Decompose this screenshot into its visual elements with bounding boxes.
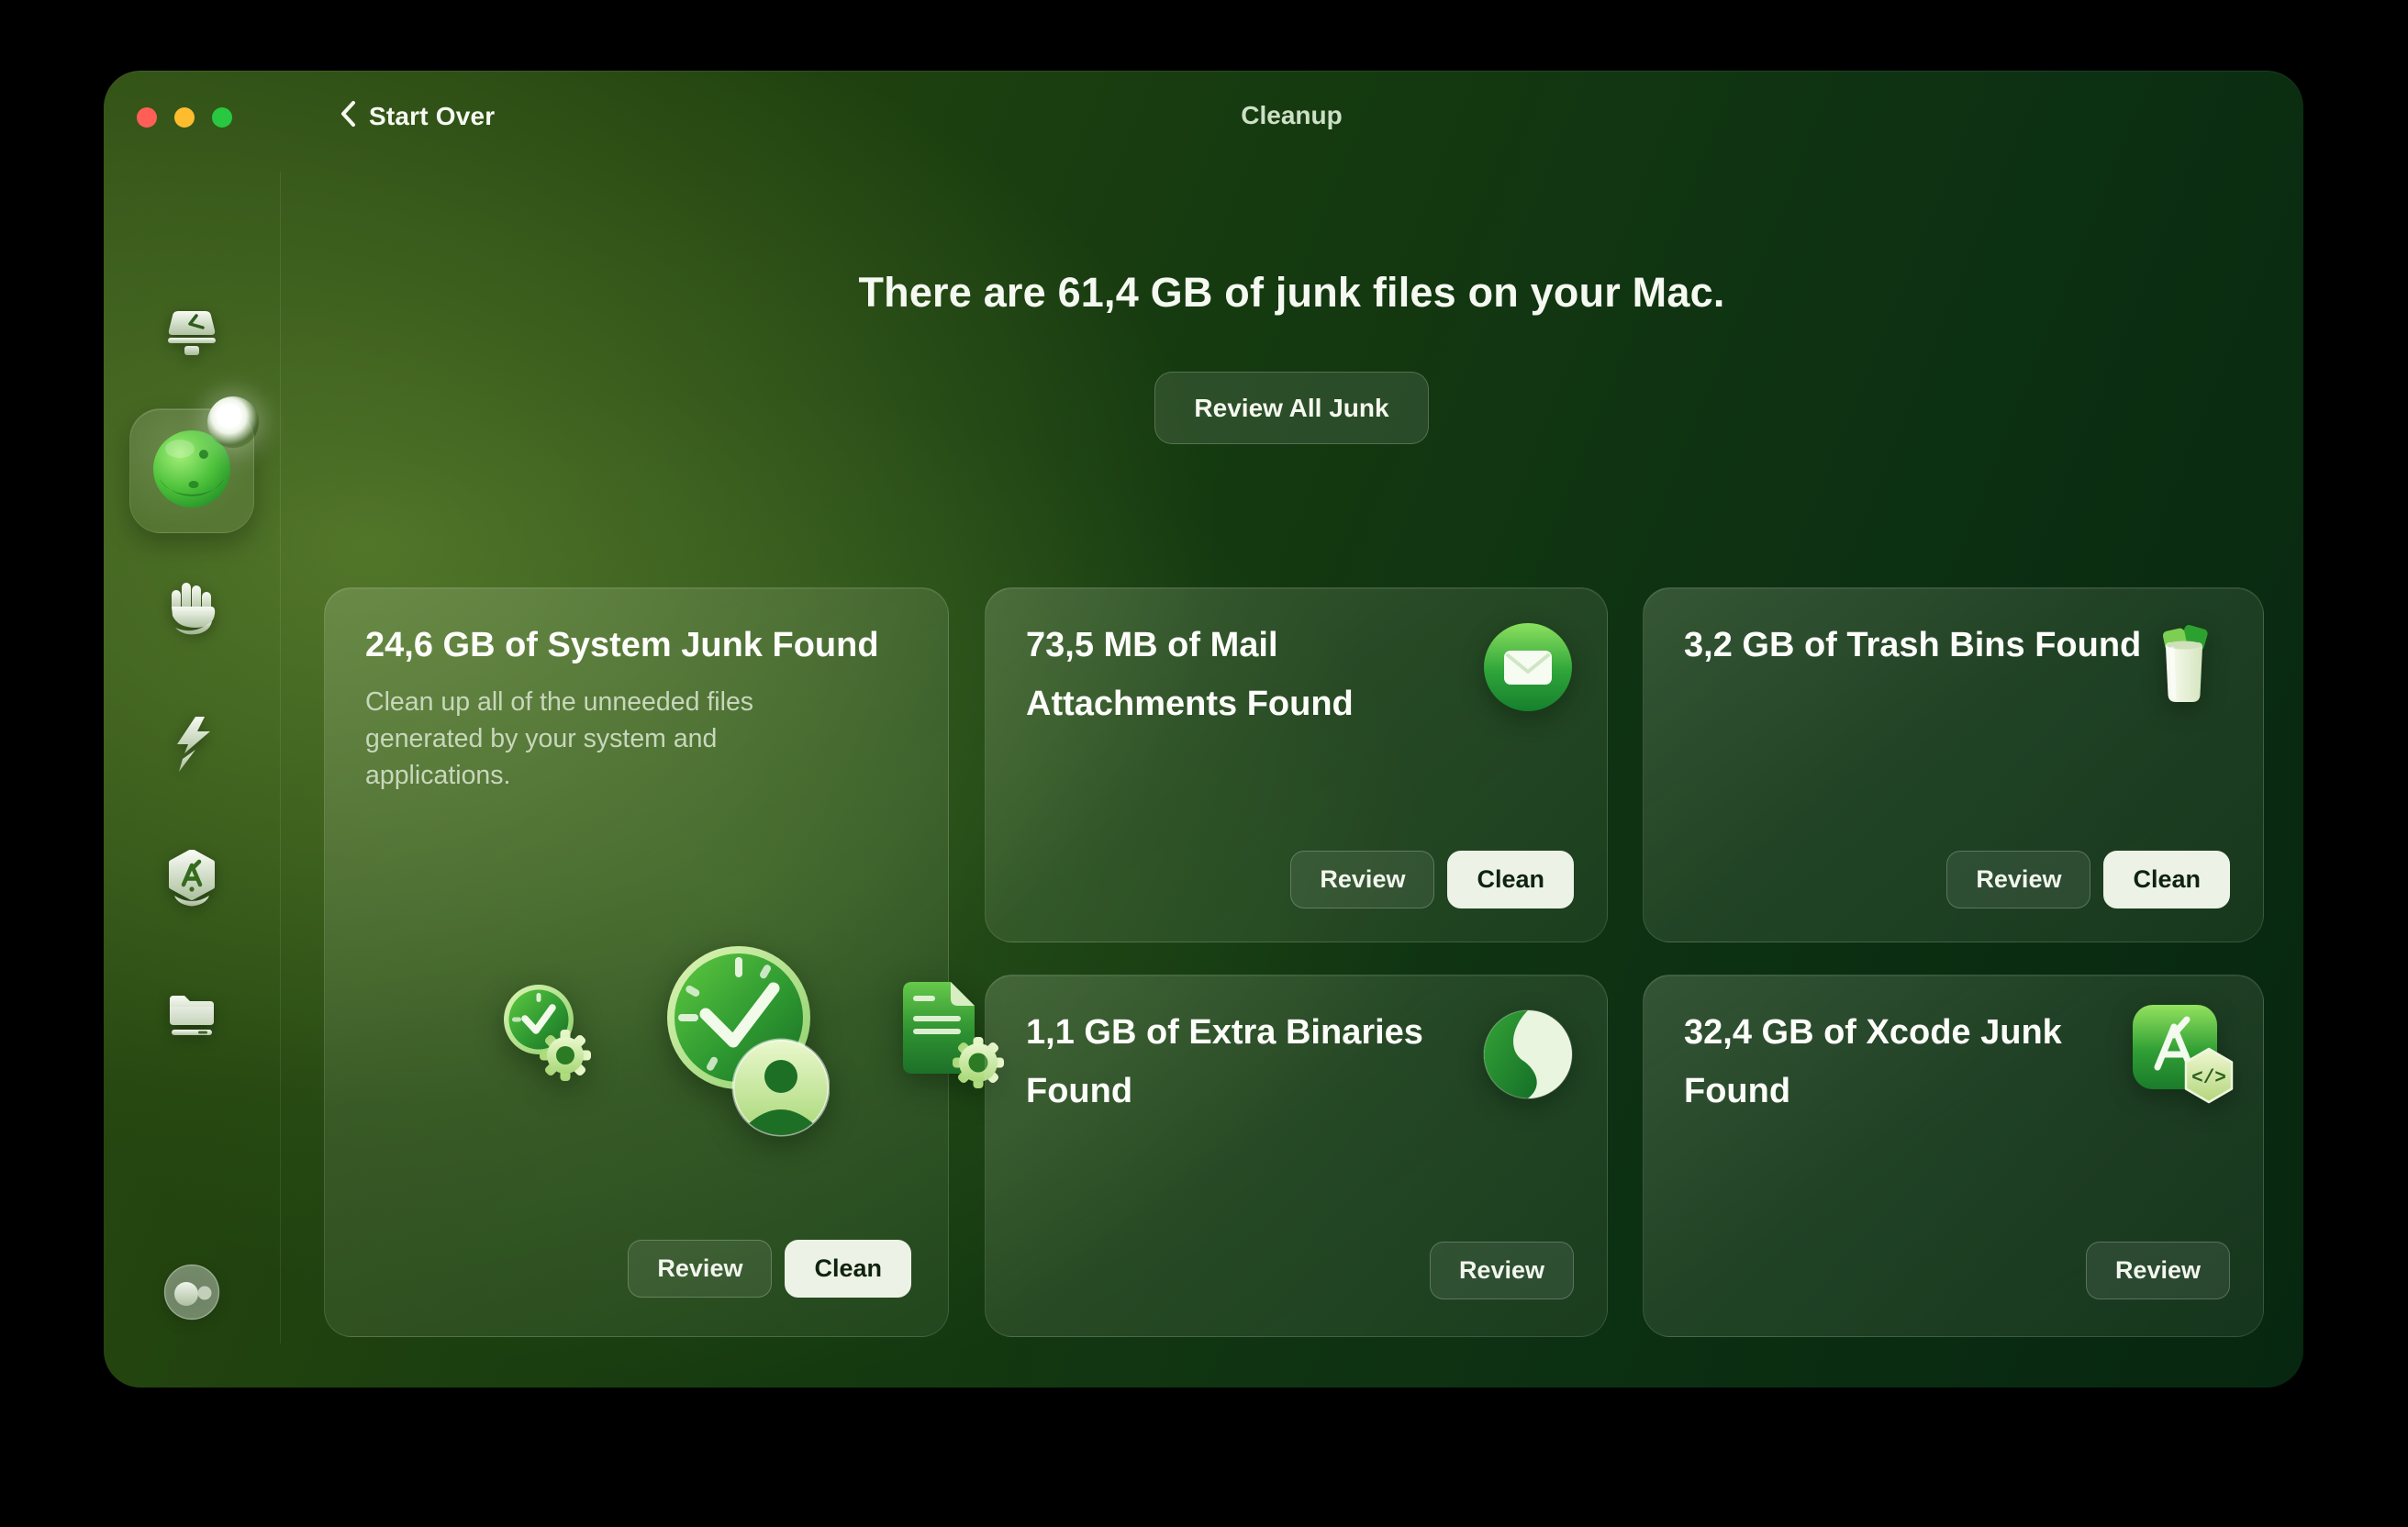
clean-button[interactable]: Clean (2103, 851, 2230, 908)
assistant-button[interactable] (104, 1264, 280, 1325)
clean-button[interactable]: Clean (785, 1240, 911, 1298)
clean-button[interactable]: Clean (1447, 851, 1574, 908)
review-button[interactable]: Review (1290, 851, 1434, 908)
mail-circle-icon (1482, 621, 1574, 713)
card-title: 73,5 MB of Mail Attachments Found (1026, 616, 1489, 733)
app-window: Start Over Cleanup (104, 71, 2303, 1388)
xcode-app-icon: </> (2129, 1003, 2239, 1113)
hard-drive-icon (162, 307, 221, 363)
minimize-button[interactable] (174, 107, 195, 128)
card-description: Clean up all of the unneeded files gener… (365, 684, 829, 794)
code-glyph: </> (2191, 1068, 2226, 1089)
zoom-button[interactable] (212, 107, 232, 128)
clock-user-icon (651, 930, 830, 1147)
folder-icon (164, 988, 219, 1044)
system-junk-card: 24,6 GB of System Junk Found Clean up al… (324, 587, 949, 1337)
review-button[interactable]: Review (1946, 851, 2090, 908)
app-store-hexagon-icon (164, 850, 219, 915)
review-all-junk-button[interactable]: Review All Junk (1154, 372, 1428, 444)
notification-dot (207, 396, 259, 448)
review-button[interactable]: Review (628, 1240, 772, 1298)
trash-bins-card: 3,2 GB of Trash Bins Found Review Clean (1643, 587, 2264, 942)
sidebar-item-smart-scan[interactable] (104, 307, 280, 363)
assistant-avatar-icon (163, 1264, 220, 1325)
extra-binaries-card: 1,1 GB of Extra Binaries Found Review (985, 975, 1608, 1337)
page-title: Cleanup (280, 101, 2303, 130)
lightning-icon (168, 715, 216, 778)
sidebar-item-cleanup[interactable] (129, 408, 254, 533)
sidebar-item-protection[interactable] (104, 577, 280, 641)
mail-attachments-card: 73,5 MB of Mail Attachments Found Review… (985, 587, 1608, 942)
trash-bin-icon (2138, 621, 2230, 713)
card-title: 32,4 GB of Xcode Junk Found (1684, 1003, 2147, 1120)
card-title: 1,1 GB of Extra Binaries Found (1026, 1003, 1489, 1120)
hand-icon (164, 577, 219, 641)
xcode-junk-card: 32,4 GB of Xcode Junk Found </> Review (1643, 975, 2264, 1337)
review-button[interactable]: Review (2086, 1242, 2230, 1299)
card-title: 24,6 GB of System Junk Found (365, 616, 879, 674)
sidebar-item-performance[interactable] (104, 715, 280, 778)
junk-summary-headline: There are 61,4 GB of junk files on your … (280, 269, 2303, 317)
close-button[interactable] (137, 107, 157, 128)
sidebar-divider (280, 172, 281, 1343)
binary-wave-circle-icon (1482, 1009, 1574, 1100)
sidebar-item-applications[interactable] (104, 850, 280, 915)
sidebar-item-my-clutter[interactable] (104, 988, 280, 1044)
card-title: 3,2 GB of Trash Bins Found (1684, 616, 2141, 674)
review-button[interactable]: Review (1430, 1242, 1574, 1299)
clock-gear-icon (497, 978, 594, 1095)
